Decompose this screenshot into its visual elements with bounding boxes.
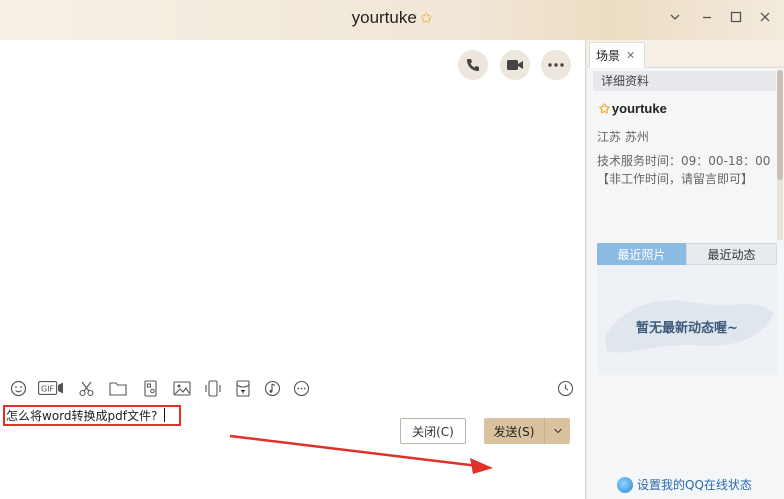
qq-status-link[interactable]: 设置我的QQ在线状态 [617, 476, 752, 493]
highlight-box [3, 405, 181, 426]
close-tab-icon[interactable]: ✕ [626, 49, 635, 62]
close-chat-button[interactable]: 关闭(C) [400, 418, 466, 444]
folder-icon[interactable] [108, 378, 128, 398]
chevron-down-icon [553, 428, 562, 434]
voice-call-button[interactable] [458, 50, 488, 80]
phone-icon [467, 59, 479, 71]
shake-window-icon[interactable] [203, 378, 223, 398]
more-dots-icon [548, 63, 564, 67]
empty-updates-area: 暂无最新动态喔~ [597, 265, 777, 375]
chevron-down-icon[interactable] [666, 10, 684, 28]
send-options-button[interactable] [544, 418, 570, 444]
maximize-button[interactable] [727, 10, 745, 28]
section-header: 详细资料 [593, 71, 776, 91]
emoji-icon[interactable] [8, 378, 28, 398]
title-bar: yourtuke ✩ [0, 0, 784, 40]
profile-name-text: yourtuke [611, 101, 667, 116]
image-icon[interactable] [172, 378, 192, 398]
profile-description: 技术服务时间：09：00-18：00【非工作时间，请留言即可】 [597, 154, 771, 186]
close-window-button[interactable] [756, 10, 774, 28]
chat-toolbar: GIF [0, 370, 586, 406]
profile-location: 江苏 苏州 [597, 130, 649, 144]
more-tools-icon[interactable] [291, 378, 311, 398]
scrollbar-thumb[interactable] [777, 70, 783, 180]
music-icon[interactable] [262, 378, 282, 398]
history-clock-icon[interactable] [555, 378, 575, 398]
star-icon: ✩ [419, 10, 433, 27]
profile-name: ✩ yourtuke [599, 101, 667, 117]
qq-status-text: 设置我的QQ在线状态 [637, 478, 752, 492]
star-icon: ✩ [599, 101, 610, 116]
video-camera-icon [507, 60, 523, 70]
tab-recent-photos[interactable]: 最近照片 [597, 243, 686, 265]
empty-message: 暂无最新动态喔~ [636, 321, 738, 336]
red-packet-icon[interactable] [233, 378, 253, 398]
scissors-icon[interactable] [76, 378, 96, 398]
tab-scene-label: 场景 [596, 49, 621, 63]
video-call-button[interactable] [500, 50, 530, 80]
qq-status-icon [617, 476, 633, 493]
side-tab-bar: 场景 ✕ [587, 40, 784, 68]
svg-text:GIF: GIF [41, 384, 55, 393]
minimize-button[interactable] [698, 10, 716, 28]
document-shapes-icon[interactable] [140, 378, 160, 398]
send-button[interactable]: 发送(S) [484, 418, 544, 444]
more-options-button[interactable] [541, 50, 571, 80]
side-panel: 场景 ✕ 详细资料 ✩ yourtuke 江苏 苏州 技术服务时间：09：00-1… [587, 40, 784, 499]
photo-tabs: 最近照片 最近动态 [597, 243, 777, 265]
tab-recent-updates[interactable]: 最近动态 [686, 243, 777, 265]
gif-icon[interactable]: GIF [38, 378, 64, 398]
message-input[interactable]: 怎么将word转换成pdf文件? [0, 402, 586, 499]
tab-scene[interactable]: 场景 ✕ [589, 42, 645, 68]
window-title-text: yourtuke [351, 8, 417, 27]
